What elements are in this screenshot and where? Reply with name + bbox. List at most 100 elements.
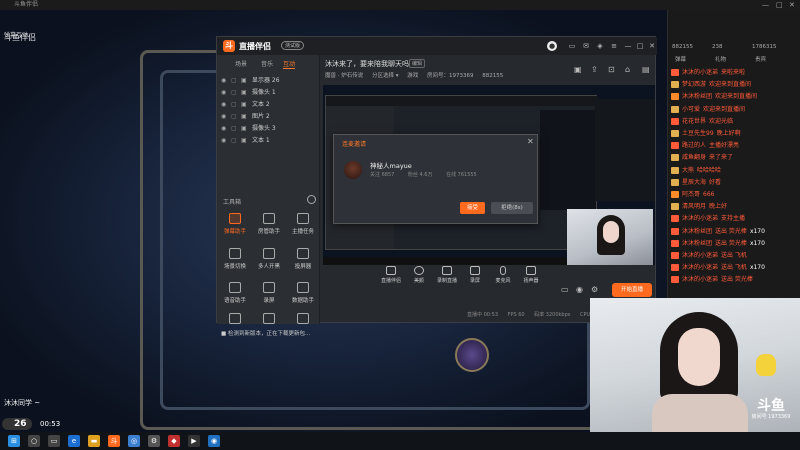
- bottom-tool-mic[interactable]: 麦克风: [489, 266, 517, 284]
- chat-user[interactable]: 沐沐的小迷弟: [682, 264, 718, 271]
- settings-gear-icon[interactable]: ⚙: [591, 285, 598, 294]
- task-view-icon[interactable]: ▭: [48, 435, 60, 447]
- eye-icon[interactable]: ◉: [221, 111, 226, 122]
- eye-icon[interactable]: ◉: [221, 75, 226, 86]
- chat-user[interactable]: 清风明月: [682, 203, 706, 210]
- chat-row[interactable]: 花花世界 欢迎光临: [671, 117, 797, 127]
- bottom-tool-companion[interactable]: 直播伴侣: [377, 266, 405, 284]
- chat-row[interactable]: 沐沐粉丝团 送出 荧光棒 x170: [671, 239, 797, 249]
- chat-row[interactable]: 星辰大海 好看: [671, 178, 797, 188]
- tool-anchor-task[interactable]: 主播任务: [287, 213, 319, 235]
- tool-projector[interactable]: 投屏器: [287, 248, 319, 270]
- tool-data-helper[interactable]: 数据助手: [287, 282, 319, 304]
- skin-icon[interactable]: ◈: [595, 41, 605, 51]
- lock-icon[interactable]: ▢: [231, 87, 237, 98]
- chat-row[interactable]: 沐沐的小迷弟 送出 飞机: [671, 251, 797, 261]
- chat-user[interactable]: 沐沐的小迷弟: [682, 215, 718, 222]
- tab-scenes[interactable]: 场景: [235, 59, 247, 68]
- lock-icon[interactable]: ▢: [231, 99, 237, 110]
- scene-row[interactable]: ◉ ▢ ▣ 文本 1: [221, 135, 315, 146]
- settings-icon[interactable]: ⚙: [148, 435, 160, 447]
- tool-room-admin[interactable]: 房管助手: [253, 213, 285, 235]
- monitor-icon[interactable]: ▭: [567, 41, 577, 51]
- tool-danmu-helper[interactable]: 弹幕助手: [219, 213, 251, 235]
- chat-user[interactable]: 土豆先生99: [682, 130, 714, 137]
- scene-row[interactable]: ◉ ▢ ▣ 摄像头 1: [221, 87, 315, 98]
- douyu-companion-icon[interactable]: 斗: [108, 435, 120, 447]
- menu-icon[interactable]: ≡: [609, 41, 619, 51]
- minimize-button[interactable]: —: [762, 0, 769, 10]
- lock-icon[interactable]: ▢: [231, 111, 237, 122]
- chat-row[interactable]: 沐沐的小迷弟 支持主播: [671, 214, 797, 224]
- chat-user[interactable]: 小可爱: [682, 106, 700, 113]
- file-explorer-icon[interactable]: ▬: [88, 435, 100, 447]
- scene-row[interactable]: ◉ ▢ ▣ 文本 2: [221, 99, 315, 110]
- gift-icon[interactable]: ▣: [574, 65, 582, 74]
- bottom-tool-record-screen[interactable]: 录屏: [461, 266, 489, 284]
- chat-row[interactable]: 咸鱼翻身 来了来了: [671, 153, 797, 163]
- tool-extra-1[interactable]: [253, 313, 285, 327]
- chat-user[interactable]: 路过的人: [682, 142, 706, 149]
- chat-user[interactable]: 沐沐的小迷弟: [682, 252, 718, 259]
- windows-start-icon[interactable]: ⊞: [8, 435, 20, 447]
- preview-toggle-icon[interactable]: ◉: [576, 285, 583, 294]
- edge-browser-icon[interactable]: e: [68, 435, 80, 447]
- chat-user[interactable]: 咸鱼翻身: [682, 154, 706, 161]
- tool-multi-play[interactable]: 多人开黑: [253, 248, 285, 270]
- maximize-button[interactable]: □: [776, 0, 783, 10]
- tool-scene-switch[interactable]: 场景切换: [219, 248, 251, 270]
- chat-row[interactable]: 大熊 哈哈哈哈: [671, 166, 797, 176]
- dialog-close-icon[interactable]: ✕: [527, 137, 534, 146]
- tab-music[interactable]: 音乐: [261, 59, 273, 68]
- chat-row[interactable]: 路过的人 主播好漂亮: [671, 141, 797, 151]
- chat-app-icon[interactable]: ◎: [128, 435, 140, 447]
- category[interactable]: 魔兽 · 炉石传说: [325, 73, 363, 79]
- game-launcher-icon[interactable]: ◆: [168, 435, 180, 447]
- scene-row[interactable]: ◉ ▢ ▣ 图片 2: [221, 111, 315, 122]
- app-version-badge[interactable]: 测试版: [281, 41, 305, 50]
- chat-user[interactable]: 星辰大海: [682, 179, 706, 186]
- tool-voice-helper[interactable]: 语音助手: [219, 282, 251, 304]
- tool-beauty[interactable]: [219, 313, 251, 327]
- eye-icon[interactable]: ◉: [221, 135, 226, 146]
- chat-user[interactable]: 沐沐粉丝团: [682, 93, 712, 100]
- scene-row[interactable]: ◉ ▢ ▣ 摄像头 3: [221, 123, 315, 134]
- edit-button[interactable]: 编辑: [409, 59, 426, 68]
- chat-user[interactable]: 梦幻西游: [682, 81, 706, 88]
- chat-row[interactable]: 清风明月 晚上好: [671, 202, 797, 212]
- toolbox-settings-icon[interactable]: [307, 195, 316, 204]
- eye-icon[interactable]: ◉: [221, 87, 226, 98]
- app-minimize-icon[interactable]: —: [623, 41, 633, 51]
- app-close-icon[interactable]: ✕: [647, 41, 657, 51]
- start-live-button[interactable]: 开始直播: [612, 283, 652, 297]
- chat-row[interactable]: 沐沐粉丝团 送出 荧光棒 x170: [671, 227, 797, 237]
- zone-select[interactable]: 分区选择 ▾: [372, 73, 399, 79]
- scene-row[interactable]: ◉ ▢ ▣ 显示器 26: [221, 75, 315, 86]
- link-icon[interactable]: ⊡: [608, 65, 615, 74]
- bottom-tool-beauty[interactable]: 美颜: [405, 266, 433, 284]
- chat-user[interactable]: 花花世界: [682, 118, 706, 125]
- tab-interactive[interactable]: 互动: [283, 59, 296, 69]
- media-app-icon[interactable]: ▶: [188, 435, 200, 447]
- message-icon[interactable]: ✉: [581, 41, 591, 51]
- search-icon[interactable]: ○: [28, 435, 40, 447]
- network-app-icon[interactable]: ◉: [208, 435, 220, 447]
- bottom-tool-record-live[interactable]: 录制直播: [433, 266, 461, 284]
- bottom-tool-speaker[interactable]: 扬声器: [517, 266, 545, 284]
- chat-row[interactable]: 小可爱 欢迎来到直播间: [671, 105, 797, 115]
- chat-row[interactable]: 沐沐粉丝团 欢迎来到直播间: [671, 92, 797, 102]
- chat-user[interactable]: 沐沐的小迷弟: [682, 276, 718, 283]
- lock-icon[interactable]: ▢: [231, 75, 237, 86]
- chat-row[interactable]: 沐沐的小迷弟 送出 荧光棒: [671, 275, 797, 285]
- eye-icon[interactable]: ◉: [221, 123, 226, 134]
- lock-icon[interactable]: ▢: [231, 135, 237, 146]
- chat-row[interactable]: 阿杰哥 666: [671, 190, 797, 200]
- close-button[interactable]: ✕: [789, 0, 795, 10]
- share-icon[interactable]: ⇪: [591, 65, 598, 74]
- chat-tab-vip[interactable]: 贵宾: [755, 55, 766, 63]
- home-icon[interactable]: ⌂: [625, 65, 630, 74]
- accept-button[interactable]: 接受: [460, 202, 485, 214]
- eye-icon[interactable]: ◉: [221, 99, 226, 110]
- chat-user[interactable]: 大熊: [682, 167, 694, 174]
- chat-row[interactable]: 梦幻西游 欢迎来到直播间: [671, 80, 797, 90]
